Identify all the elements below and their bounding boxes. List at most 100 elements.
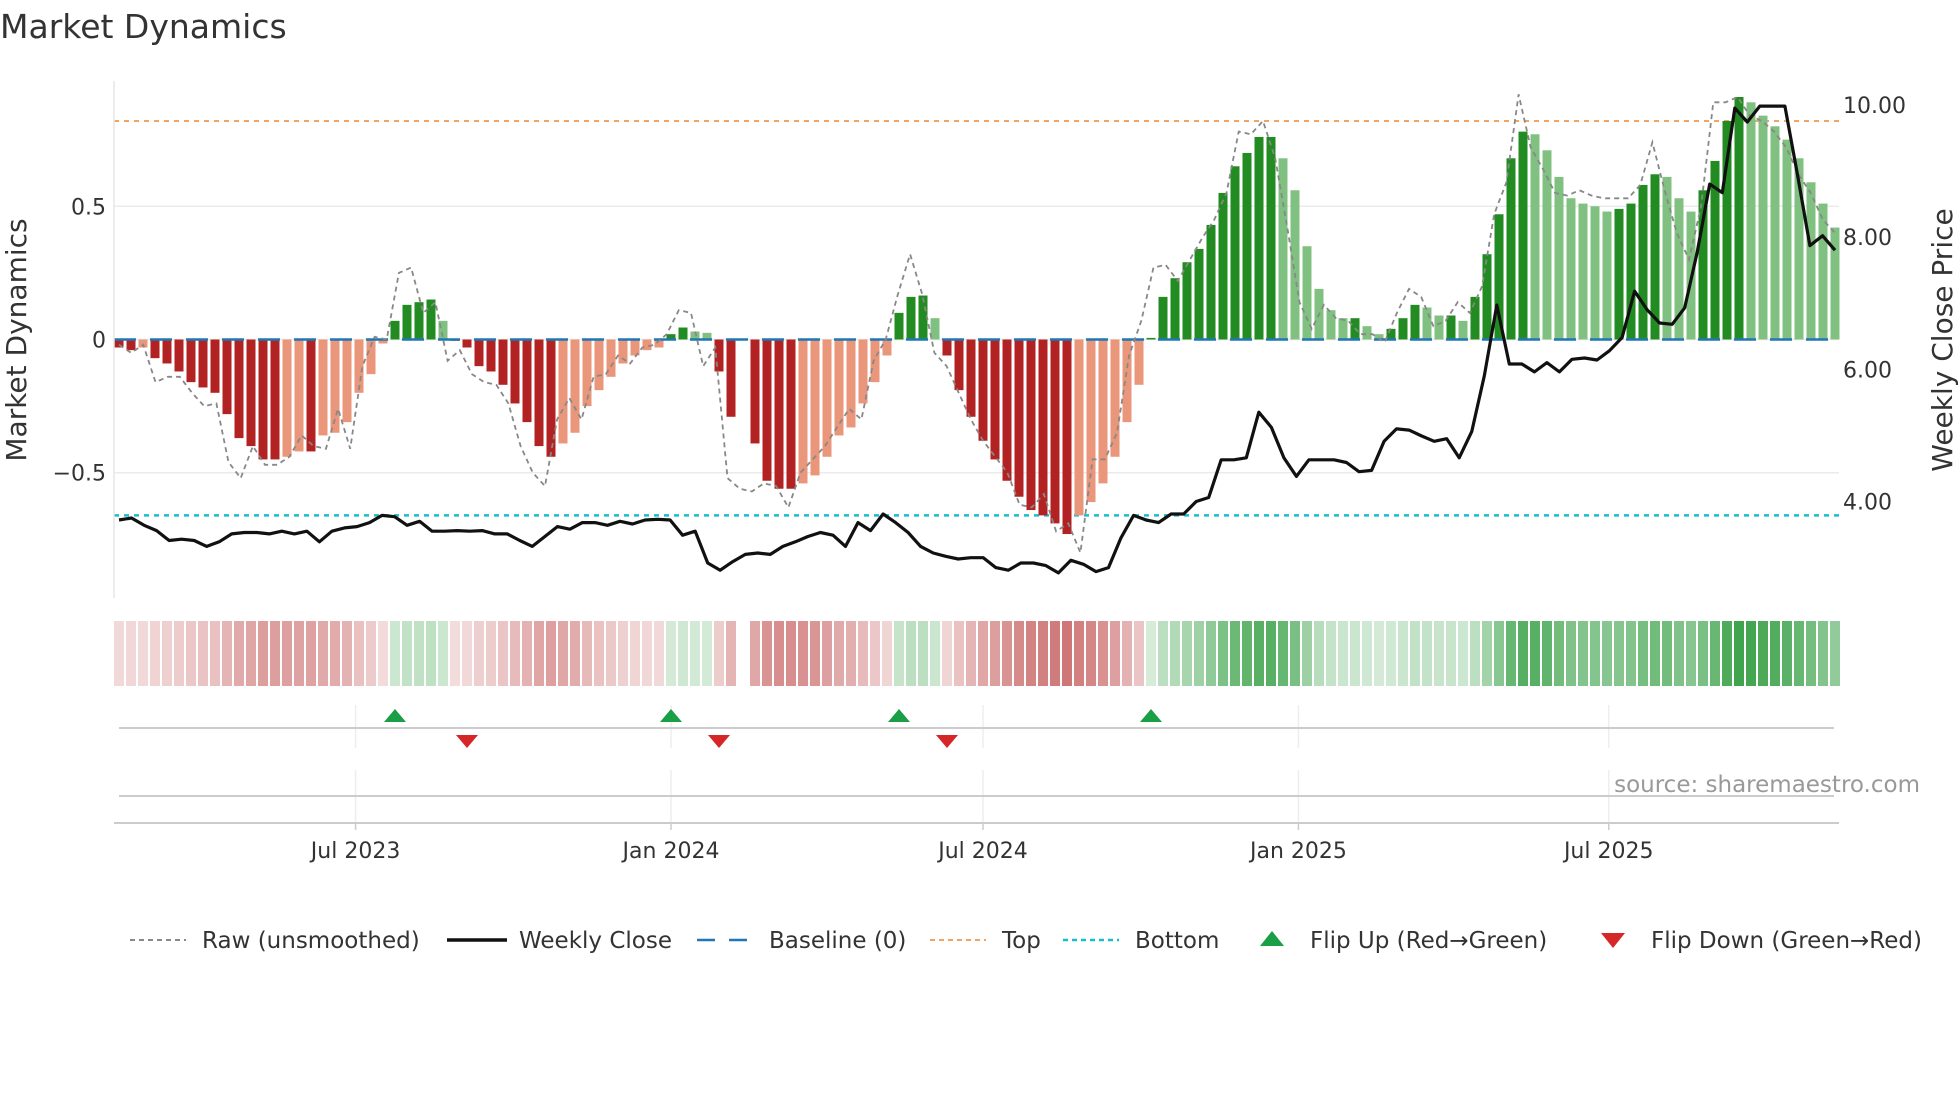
bar [1062, 339, 1072, 535]
strip-cell [1674, 621, 1684, 686]
bar [786, 339, 796, 489]
bar [1218, 192, 1228, 340]
strip-cell [642, 621, 652, 686]
strip-cell [174, 621, 184, 686]
y-tick-label: 0.5 [71, 195, 106, 220]
bar [1230, 166, 1240, 340]
strip-cell [1122, 621, 1132, 686]
strip-cell [906, 621, 916, 686]
bar [198, 339, 208, 388]
bar [306, 339, 316, 452]
strip-cell [1314, 621, 1324, 686]
bar [1338, 318, 1348, 340]
bar [894, 312, 904, 340]
strip-cell [1746, 621, 1756, 686]
strip-cell [318, 621, 328, 686]
bar [642, 339, 652, 351]
bar [474, 339, 484, 367]
bar [1050, 339, 1060, 524]
bar [990, 339, 1000, 460]
bar [390, 320, 400, 340]
bar [1170, 278, 1180, 340]
y-tick-label: 0 [92, 329, 106, 354]
strip-cell [762, 621, 772, 686]
bar [1206, 224, 1216, 340]
flip-up-marker [384, 709, 406, 722]
bar [186, 339, 196, 383]
bar [294, 339, 304, 452]
bar [1602, 211, 1612, 340]
strip-cell [558, 621, 568, 686]
bar [1134, 339, 1144, 385]
flip-down-marker [936, 735, 958, 748]
strip-cell [1206, 621, 1216, 686]
strip-cell [1110, 621, 1120, 686]
strip-cell [1794, 621, 1804, 686]
strip-cell [1086, 621, 1096, 686]
strip-cell [390, 621, 400, 686]
strip-cell [1554, 621, 1564, 686]
legend-label: Top [1001, 928, 1041, 954]
strip-cell [1026, 621, 1036, 686]
strip-cell [1782, 621, 1792, 686]
strip-cell [1590, 621, 1600, 686]
strip-cell [126, 621, 136, 686]
bar [1806, 182, 1816, 340]
strip-cell [966, 621, 976, 686]
bar [318, 339, 328, 436]
bar [174, 339, 184, 372]
strip-cell [1182, 621, 1192, 686]
bar [1254, 136, 1264, 340]
strip-cell [1374, 621, 1384, 686]
bar [282, 339, 292, 457]
y-tick-label: −0.5 [53, 462, 106, 487]
strip-cell [534, 621, 544, 686]
bar [534, 339, 544, 447]
bar [1074, 339, 1084, 516]
market-dynamics-chart: Market Dynamics Market Dynamics Weekly C… [0, 7, 1959, 954]
strip-cell [750, 621, 760, 686]
strip-cell [918, 621, 928, 686]
strip-cell [654, 621, 664, 686]
strip-cell [870, 621, 880, 686]
strip-cell [474, 621, 484, 686]
strip-cell [1650, 621, 1660, 686]
bar [1482, 254, 1492, 340]
strip-cell [1482, 621, 1492, 686]
strip-cell [330, 621, 340, 686]
flip-up-marker [888, 709, 910, 722]
strip-cell [990, 621, 1000, 686]
strip-cell [1278, 621, 1288, 686]
strip-cell [570, 621, 580, 686]
strip-cell [1410, 621, 1420, 686]
flip-up-marker [1140, 709, 1162, 722]
strip-cell [378, 621, 388, 686]
bar [270, 339, 280, 460]
strip-cell [1698, 621, 1708, 686]
raw-line [118, 94, 1836, 557]
strip-cell [954, 621, 964, 686]
strip-cell [150, 621, 160, 686]
strip-cell [1806, 621, 1816, 686]
bar [258, 339, 268, 460]
bar [1638, 184, 1648, 340]
strip-cell [270, 621, 280, 686]
bar [162, 339, 172, 364]
strip-cell [162, 621, 172, 686]
strip-cell [822, 621, 832, 686]
strip-cell [1530, 621, 1540, 686]
strip-cell [1326, 621, 1336, 686]
strip-cell [834, 621, 844, 686]
strip-cell [1050, 621, 1060, 686]
bar [1782, 139, 1792, 340]
bar [210, 339, 220, 393]
strip-cell [894, 621, 904, 686]
strip-cell [510, 621, 520, 686]
bar [402, 304, 412, 340]
strip-cell [1146, 621, 1156, 686]
bar [1386, 328, 1396, 340]
bar [1410, 304, 1420, 340]
bar [942, 339, 952, 356]
strip-cell [1218, 621, 1228, 686]
bar [1146, 337, 1156, 340]
